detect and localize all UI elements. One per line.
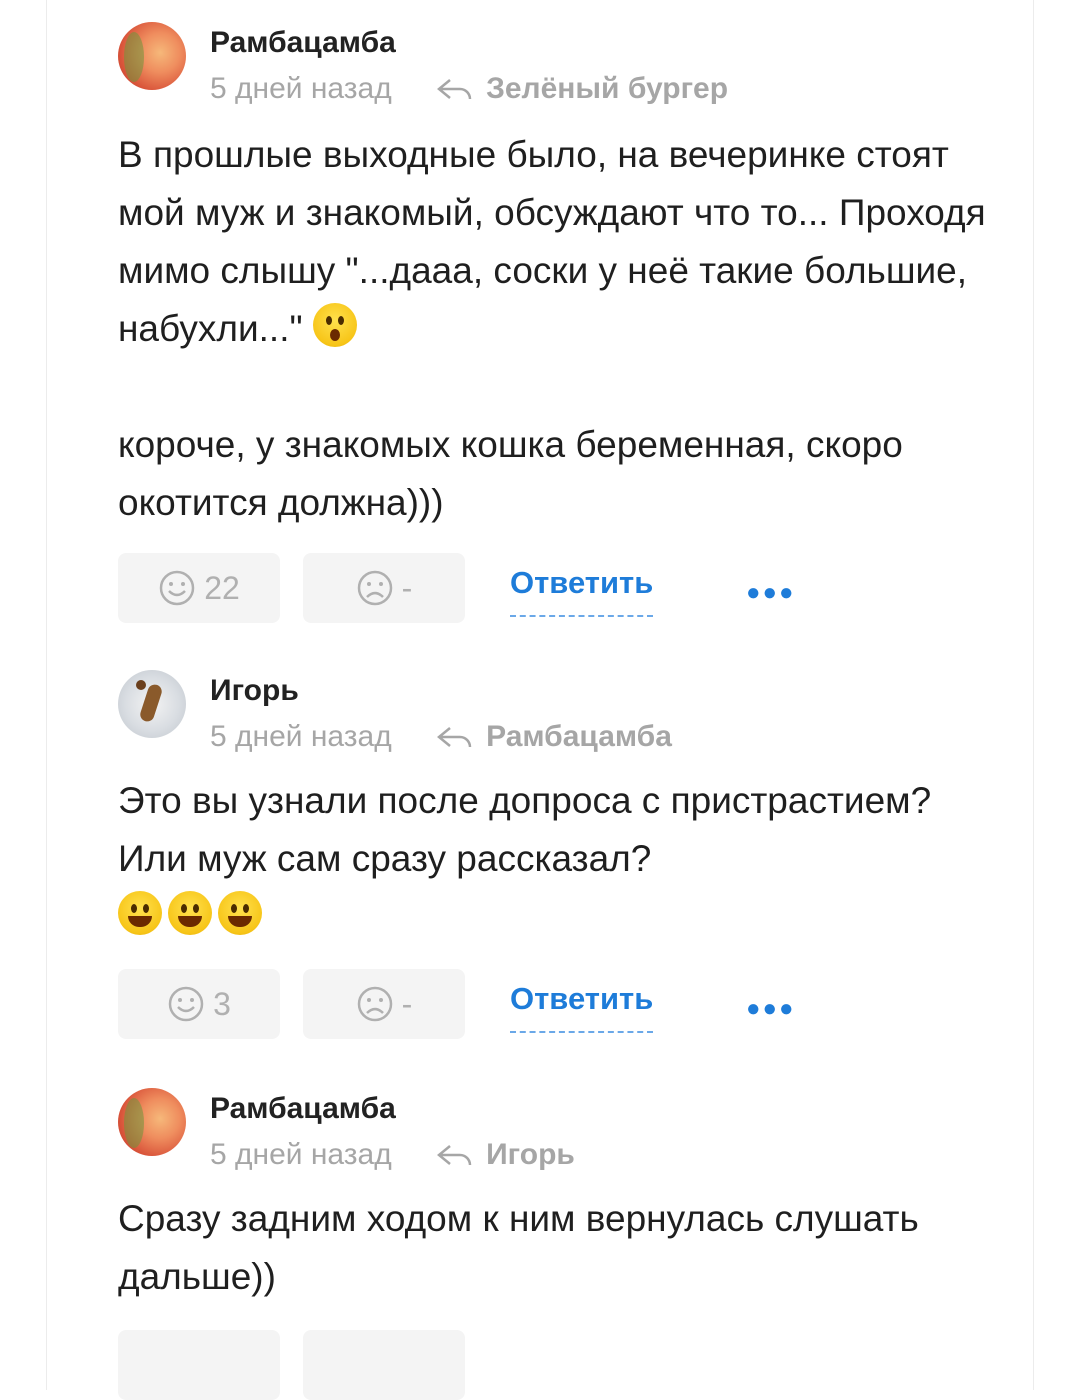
comment-author[interactable]: Рамбацамба [210, 26, 396, 60]
comment-actions [118, 1330, 818, 1400]
like-count: 3 [213, 985, 231, 1022]
grinning-face-icon [118, 891, 162, 935]
comment-paragraph: Сразу задним ходом к ним вернулась слуша… [118, 1198, 919, 1297]
sad-face-icon [357, 570, 392, 606]
comment-meta: 5 дней назад Рамбацамба [210, 720, 672, 754]
like-count: 22 [204, 569, 240, 606]
comment-text: Это вы узнали после допроса с пристрасти… [118, 772, 1008, 946]
reply-to-link[interactable]: Рамбацамба [436, 720, 672, 753]
hushed-face-icon [312, 303, 357, 347]
reply-to-name: Игорь [486, 1138, 575, 1171]
dislike-button[interactable]: - [303, 553, 465, 623]
reply-arrow-icon [437, 1145, 472, 1166]
avatar[interactable] [118, 1088, 186, 1156]
emoji-row [118, 888, 1008, 946]
grinning-face-icon [218, 891, 262, 935]
smile-icon [168, 986, 204, 1022]
more-options-icon[interactable]: ●●● [746, 995, 796, 1023]
comment-author[interactable]: Рамбацамба [210, 1092, 396, 1126]
comment-paragraph: В прошлые выходные было, на вечеринке ст… [118, 134, 986, 349]
avatar[interactable] [118, 22, 186, 90]
dislike-count: - [401, 985, 413, 1022]
comment-time: 5 дней назад [210, 72, 392, 105]
comment-paragraph: короче, у знакомых кошка беременная, ско… [118, 424, 903, 523]
like-button[interactable] [118, 1330, 280, 1400]
dislike-count: - [401, 569, 413, 606]
reply-to-link[interactable]: Зелёный бургер [436, 72, 728, 105]
avatar[interactable] [118, 670, 186, 738]
smile-icon [159, 570, 195, 606]
dislike-button[interactable]: - [303, 969, 465, 1039]
like-button[interactable]: 22 [118, 553, 280, 623]
reply-button[interactable]: Ответить [510, 565, 654, 617]
reply-to-name: Зелёный бургер [486, 72, 729, 105]
reply-arrow-icon [437, 79, 472, 100]
like-button[interactable]: 3 [118, 969, 280, 1039]
comment-text: В прошлые выходные было, на вечеринке ст… [118, 126, 1008, 532]
comment-time: 5 дней назад [210, 720, 392, 753]
comment-time: 5 дней назад [210, 1138, 392, 1171]
more-options-icon[interactable]: ●●● [746, 579, 796, 607]
dislike-button[interactable] [303, 1330, 465, 1400]
reply-to-name: Рамбацамба [486, 720, 672, 753]
comment-meta: 5 дней назад Игорь [210, 1138, 575, 1172]
reply-to-link[interactable]: Игорь [436, 1138, 575, 1171]
reply-button[interactable]: Ответить [510, 981, 654, 1033]
comment-author[interactable]: Игорь [210, 674, 299, 708]
grinning-face-icon [168, 891, 212, 935]
reply-arrow-icon [437, 727, 472, 748]
comment-actions: 22 - Ответить ●●● [118, 553, 818, 623]
comment-actions: 3 - Ответить ●●● [118, 969, 818, 1039]
comment-text: Сразу задним ходом к ним вернулась слуша… [118, 1190, 1008, 1306]
comment-paragraph: Это вы узнали после допроса с пристрасти… [118, 780, 932, 879]
sad-face-icon [357, 986, 392, 1022]
comment-meta: 5 дней назад Зелёный бургер [210, 72, 728, 106]
